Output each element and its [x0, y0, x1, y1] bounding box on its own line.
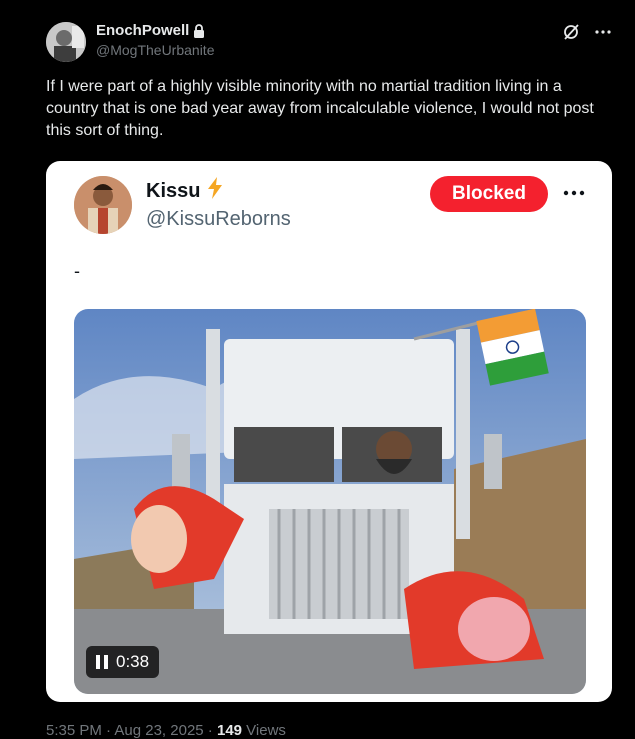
author-handle[interactable]: @MogTheUrbanite — [96, 42, 215, 58]
video-status-badge[interactable]: 0:38 — [86, 646, 160, 678]
quoted-display-name[interactable]: Kissu — [146, 177, 224, 205]
tweet-time[interactable]: 5:35 PM — [46, 722, 102, 739]
quoted-name-text[interactable]: Kissu — [146, 180, 200, 203]
pause-icon[interactable] — [96, 655, 108, 669]
quoted-tweet-card[interactable]: Kissu @KissuReborns Blocked - 0:38 — [46, 161, 612, 702]
video-frame — [74, 309, 586, 694]
footer-separator: · — [203, 722, 217, 739]
more-options-icon[interactable] — [593, 22, 613, 42]
author-display-name[interactable]: EnochPowell — [96, 22, 215, 39]
lock-icon — [193, 23, 205, 38]
footer-separator: · — [101, 722, 115, 739]
views-count: 149 — [216, 722, 243, 739]
tweet-text: If I were part of a highly visible minor… — [46, 78, 594, 139]
tweet-footer: 5:35 PM · Aug 23, 2025 · 149 Views — [46, 722, 286, 739]
quoted-more-icon[interactable] — [560, 179, 588, 207]
lightning-icon — [206, 177, 224, 205]
quoted-text: - — [74, 261, 80, 281]
video-duration: 0:38 — [116, 652, 150, 671]
tweet-date[interactable]: Aug 23, 2025 — [114, 722, 203, 739]
quoted-handle[interactable]: @KissuReborns — [146, 208, 291, 231]
author-avatar[interactable] — [46, 22, 86, 62]
views-label: Views — [242, 722, 286, 739]
quoted-avatar[interactable] — [74, 176, 132, 234]
video-player[interactable]: 0:38 — [74, 309, 586, 694]
grok-icon[interactable] — [561, 22, 581, 42]
blocked-button[interactable]: Blocked — [430, 176, 548, 212]
author-name-text[interactable]: EnochPowell — [96, 22, 189, 39]
